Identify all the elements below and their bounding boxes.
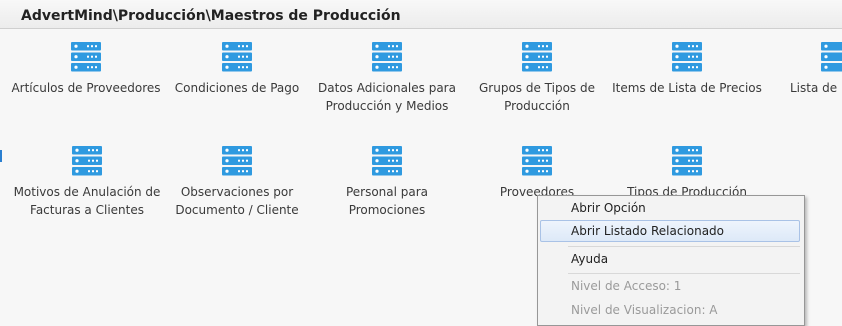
menu-separator [568,273,800,274]
breadcrumb-bar: AdvertMind\Producción\Maestros de Produc… [0,0,842,29]
tile-items-de-lista[interactable]: Items de Lista de Precios [607,42,767,97]
server-stack-icon [372,42,402,72]
tile-articulos-de-proveedores[interactable]: Artículos de Proveedores [6,42,166,97]
menu-item-label: Abrir Opción [571,201,646,215]
tile-label: Personal para Promociones [345,185,429,217]
tile-label: Artículos de Proveedores [11,81,161,95]
tile-tipos-de-produccion[interactable]: Tipos de Producción [607,146,767,201]
menu-item-ayuda[interactable]: Ayuda [540,248,800,270]
tile-personal-para-promociones[interactable]: Personal para Promociones [307,146,467,219]
menu-item-label: Nivel de Visualizacion: A [571,303,718,317]
tile-lista-de-precios[interactable]: Lista de Precios [775,42,842,97]
context-menu: Abrir Opción Abrir Listado Relacionado A… [537,195,805,326]
server-stack-icon [672,146,702,176]
menu-item-abrir-listado-relacionado[interactable]: Abrir Listado Relacionado [540,220,800,242]
tile-label: Items de Lista de Precios [612,81,762,95]
server-stack-icon [71,42,101,72]
breadcrumb: AdvertMind\Producción\Maestros de Produc… [21,8,401,24]
menu-item-label: Nivel de Acceso: 1 [571,279,682,293]
server-stack-icon [222,146,252,176]
menu-item-nivel-de-visualizacion: Nivel de Visualizacion: A [540,299,800,321]
server-stack-icon [522,146,552,176]
menu-item-label: Abrir Listado Relacionado [571,224,725,238]
tile-label: Grupos de Tipos de Producción [479,81,595,113]
server-stack-icon [372,146,402,176]
tile-label: Motivos de Anulación de Facturas a Clien… [13,185,161,217]
tile-clip: Lista de Precios [775,42,842,102]
tile-grupos-de-tipos[interactable]: Grupos de Tipos de Producción [457,42,617,115]
server-stack-icon [72,146,102,176]
tile-observaciones[interactable]: Observaciones por Documento / Cliente [157,146,317,219]
server-stack-icon [672,42,702,72]
server-stack-icon [222,42,252,72]
menu-item-nivel-de-acceso: Nivel de Acceso: 1 [540,275,800,297]
server-stack-icon [522,42,552,72]
tile-label: Observaciones por Documento / Cliente [175,185,299,217]
scroll-edge-indicator [0,150,2,162]
tile-datos-adicionales[interactable]: Datos Adicionales para Producción y Medi… [307,42,467,115]
tile-label: Lista de Precios [790,81,842,95]
tile-motivos-de-anulacion[interactable]: Motivos de Anulación de Facturas a Clien… [7,146,167,219]
menu-item-abrir-opcion[interactable]: Abrir Opción [540,197,800,219]
menu-separator [568,246,800,247]
server-stack-icon [821,42,842,72]
tile-condiciones-de-pago[interactable]: Condiciones de Pago [157,42,317,97]
tile-proveedores[interactable]: Proveedores [457,146,617,201]
tile-label: Condiciones de Pago [174,81,300,95]
menu-item-label: Ayuda [571,252,609,266]
tile-label: Datos Adicionales para Producción y Medi… [318,81,456,113]
